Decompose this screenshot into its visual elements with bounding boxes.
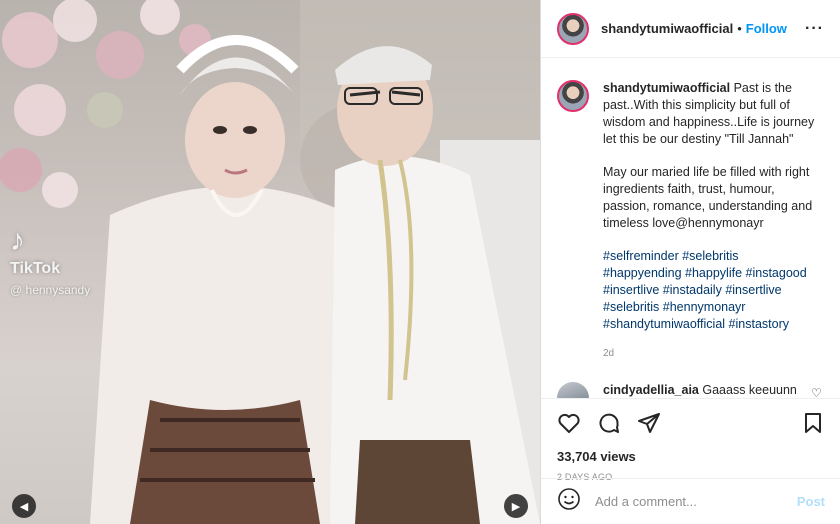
- chevron-left-icon: ◀: [19, 500, 29, 513]
- post-sidebar: shandytumiwaofficial • Follow ··· shandy…: [540, 0, 840, 524]
- author-avatar[interactable]: [557, 12, 589, 45]
- hashtag-link[interactable]: #selfreminder: [603, 249, 679, 263]
- hashtag-link[interactable]: #selebritis: [603, 300, 659, 314]
- hashtag-link[interactable]: #selebritis: [682, 249, 738, 263]
- hashtag-link[interactable]: #happyending: [603, 266, 682, 280]
- post-header: shandytumiwaofficial • Follow ···: [541, 0, 840, 58]
- action-icons-row: [557, 409, 825, 441]
- caption-author-avatar[interactable]: [557, 80, 589, 112]
- comment-bubble-icon[interactable]: [597, 411, 621, 440]
- previous-media-button[interactable]: ◀: [12, 494, 36, 518]
- post-actions: 33,704 views 2 DAYS AGO: [541, 398, 840, 482]
- separator-dot: •: [737, 21, 742, 36]
- tiktok-logo-icon: ♪: [10, 224, 25, 257]
- follow-button[interactable]: Follow: [746, 21, 787, 36]
- comments-list[interactable]: shandytumiwaofficial Past is the past..W…: [541, 58, 840, 398]
- post-media[interactable]: ♪ TikTok @ hennysandy ◀ ▶: [0, 0, 540, 524]
- comment-item: cindyadellia_aia Gaaass keeuunn jgn ksh …: [557, 382, 824, 398]
- add-comment-bar: Post: [541, 478, 840, 524]
- hashtag-link[interactable]: #hennymonayr: [663, 300, 746, 314]
- more-options-icon[interactable]: ···: [805, 20, 824, 38]
- hashtag-link[interactable]: #shandytumiwaofficial: [603, 317, 725, 331]
- hashtag-link[interactable]: #instastory: [729, 317, 789, 331]
- share-paper-plane-icon[interactable]: [637, 411, 661, 440]
- hashtag-link[interactable]: #insertlive: [725, 283, 781, 297]
- caption-username[interactable]: shandytumiwaofficial: [603, 81, 730, 95]
- caption-age: 2d: [603, 348, 615, 359]
- post-caption: shandytumiwaofficial Past is the past..W…: [557, 80, 824, 362]
- save-bookmark-icon[interactable]: [801, 411, 825, 440]
- chevron-right-icon: ▶: [511, 500, 521, 513]
- emoji-smiley-icon[interactable]: [557, 487, 581, 516]
- like-heart-icon[interactable]: [557, 411, 581, 440]
- post-comment-button[interactable]: Post: [797, 494, 825, 509]
- hashtag-link[interactable]: #insertlive: [603, 283, 659, 297]
- hashtag-link[interactable]: #instagood: [746, 266, 807, 280]
- view-count[interactable]: 33,704 views: [557, 449, 825, 464]
- hashtag-link[interactable]: #happylife: [685, 266, 742, 280]
- caption-text-second: May our maried life be filled with right…: [603, 165, 813, 230]
- tiktok-brand: TikTok: [10, 260, 61, 277]
- like-comment-heart-icon[interactable]: ♡: [811, 386, 822, 398]
- commenter-avatar[interactable]: [557, 382, 589, 398]
- next-media-button[interactable]: ▶: [504, 494, 528, 518]
- comment-input[interactable]: [595, 494, 797, 509]
- tiktok-watermark: ♪ TikTok @ hennysandy: [10, 224, 91, 298]
- tiktok-handle: @ hennysandy: [10, 283, 91, 297]
- commenter-username[interactable]: cindyadellia_aia: [603, 383, 699, 397]
- hashtag-link[interactable]: #instadaily: [663, 283, 722, 297]
- author-username[interactable]: shandytumiwaofficial: [601, 21, 733, 36]
- hashtag-list: #selfreminder #selebritis #happyending #…: [603, 248, 824, 333]
